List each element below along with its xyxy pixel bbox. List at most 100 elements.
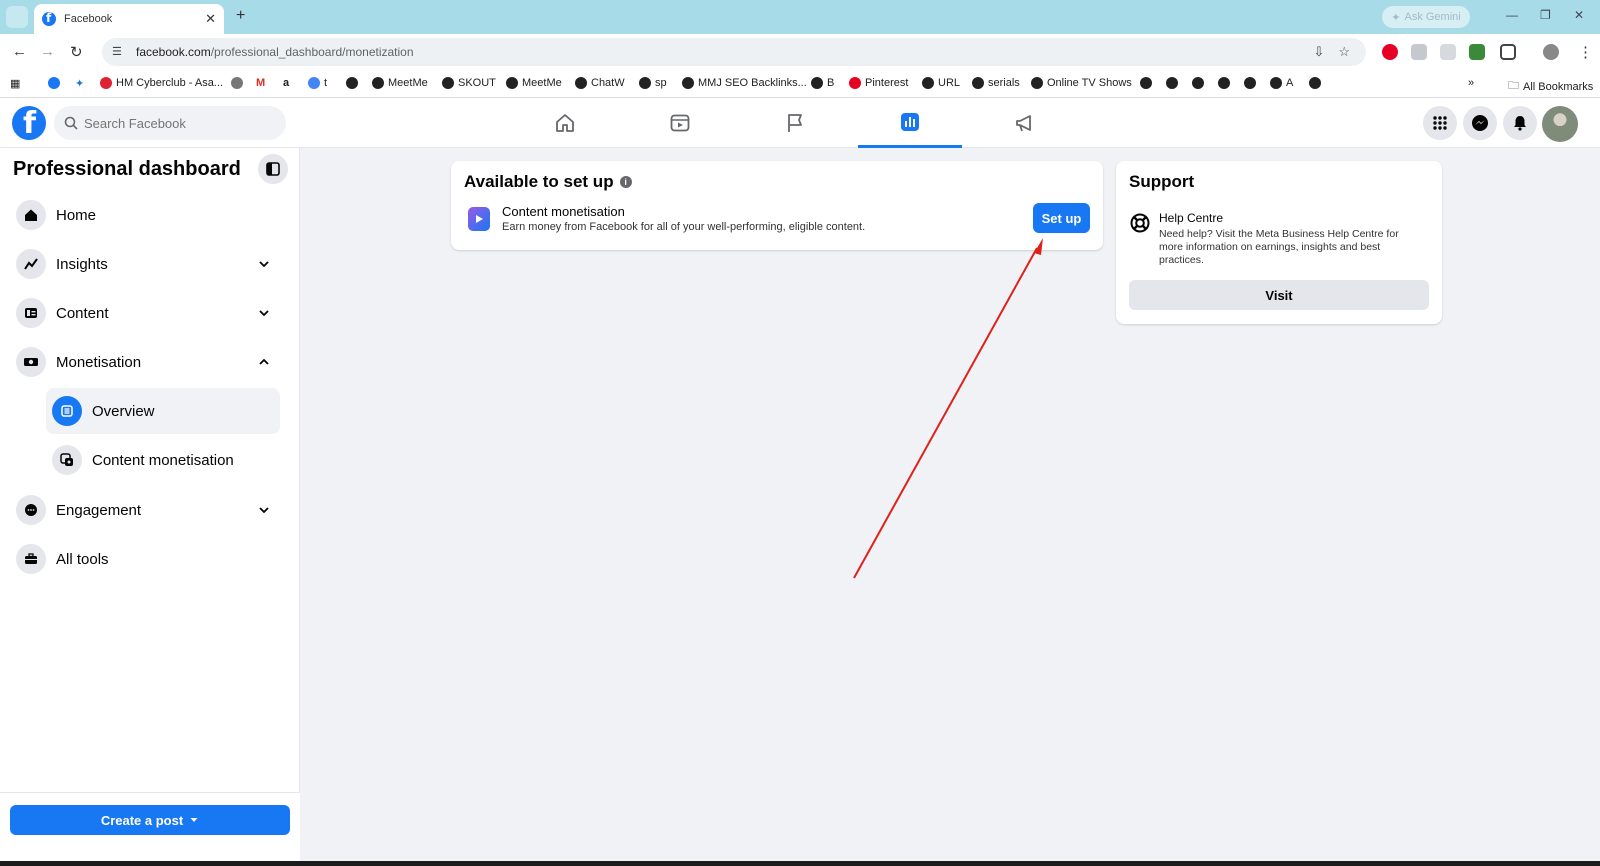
browser-tab-bar: Facebook ✕ + ✦ Ask Gemini — ❐ ✕ [0,0,1600,34]
tab-close-icon[interactable]: ✕ [205,11,216,27]
bookmark-item[interactable]: serials [972,77,1020,89]
caret-down-icon [190,818,198,822]
site-settings-icon[interactable]: ☰ [112,45,126,59]
bookmark-item[interactable]: A [1270,77,1293,89]
bookmark-globe[interactable] [1166,77,1178,89]
card-title: Support [1129,172,1195,191]
nav-pages-tab[interactable] [743,98,847,148]
grid-icon [1433,116,1447,130]
sidebar-item-label: Content [56,304,109,322]
sidebar-toggle-icon [266,162,280,176]
set-up-button[interactable]: Set up [1033,203,1090,233]
folder-icon: 🗀 [1508,80,1519,92]
bookmark-item[interactable]: MMJ SEO Backlinks... [682,77,807,89]
close-window-button[interactable]: ✕ [1574,8,1584,22]
sidebar-item-engagement[interactable]: Engagement [12,487,282,533]
bookmark-amazon[interactable]: a [283,77,289,89]
bookmark-item[interactable]: B [811,77,834,89]
overview-list-icon [52,396,82,426]
bookmark-globe[interactable] [1244,77,1256,89]
create-post-label: Create a post [100,812,184,828]
sidebar-item-insights[interactable]: Insights [12,241,282,287]
bookmark-item[interactable]: sp [639,77,667,89]
bookmark-item[interactable]: Online TV Shows [1031,77,1132,89]
bookmark-item[interactable]: MeetMe [506,77,562,89]
bookmark-star-icon[interactable]: ☆ [1338,44,1350,60]
new-tab-button[interactable]: + [236,7,245,25]
bookmark-facebook[interactable] [48,77,60,89]
content-icon [16,298,46,328]
nav-home-tab[interactable] [513,98,617,148]
nav-ads-tab[interactable] [973,98,1077,148]
apps-grid-icon[interactable]: ▦ [10,77,20,90]
search-icon [64,116,78,130]
back-icon[interactable]: ← [12,43,27,60]
visit-button[interactable]: Visit [1129,280,1429,310]
restore-button[interactable]: ❐ [1540,8,1551,22]
shield-extension-icon[interactable] [1411,44,1427,60]
bookmark-globe[interactable] [346,77,358,89]
bookmark-globe[interactable] [1192,77,1204,89]
sidebar-item-all-tools[interactable]: All tools [12,536,282,582]
bookmark-globe[interactable] [231,77,243,89]
content-monetisation-description: Earn money from Facebook for all of your… [502,221,866,233]
bookmark-item[interactable]: MeetMe [372,77,428,89]
bookmark-gmail[interactable]: M [256,77,265,89]
sidebar-item-overview[interactable]: Overview [46,388,280,434]
reload-icon[interactable]: ↻ [70,43,83,61]
card-extension-icon[interactable] [1469,44,1485,60]
facebook-search[interactable] [54,106,286,140]
all-bookmarks-button[interactable]: 🗀 All Bookmarks [1508,77,1593,96]
bookmark-gemini[interactable]: ✦ [75,77,84,90]
bookmark-item[interactable]: Pinterest [849,77,908,89]
sidebar-item-label: Insights [56,255,108,273]
pinterest-extension-icon[interactable] [1382,44,1398,60]
megaphone-icon [1016,115,1031,132]
bookmark-globe[interactable] [1218,77,1230,89]
notifications-button[interactable] [1503,106,1537,140]
money-icon [16,347,46,377]
forward-icon[interactable]: → [40,43,55,60]
url-text: facebook.com/professional_dashboard/mone… [136,45,414,59]
sidebar-item-monetisation[interactable]: Monetisation [12,339,282,385]
tab-search-button[interactable] [6,6,28,28]
profile-icon[interactable] [1543,44,1559,60]
nav-video-tab[interactable] [628,98,732,148]
info-icon[interactable]: i [619,176,632,188]
bookmark-item[interactable]: t [308,77,327,89]
sidebar-item-content-monetisation[interactable]: Content monetisation [46,437,280,483]
browser-menu-icon[interactable]: ⋮ [1578,43,1593,61]
messenger-button[interactable] [1463,106,1497,140]
chevron-down-icon [259,261,269,268]
bookmark-item[interactable]: URL [922,77,960,89]
bookmark-globe[interactable] [1140,77,1152,89]
browser-tab[interactable]: Facebook ✕ [34,4,224,34]
url-bar[interactable]: ☰ facebook.com/professional_dashboard/mo… [102,38,1366,66]
profile-avatar[interactable] [1542,106,1578,142]
bookmark-item[interactable]: SKOUT [442,77,496,89]
menu-grid-button[interactable] [1423,106,1457,140]
search-input[interactable] [84,115,274,131]
sidebar-item-content[interactable]: Content [12,290,282,336]
facebook-logo-icon[interactable] [12,106,46,141]
bookmark-item[interactable]: HM Cyberclub - Asa... [100,77,223,89]
bookmark-item[interactable]: ChatW [575,77,625,89]
nav-dashboard-tab[interactable] [858,98,962,148]
cloud-extension-icon[interactable] [1440,44,1456,60]
video-icon [670,114,690,132]
chevron-down-icon [259,507,269,514]
gemini-sparkle-icon: ✦ [1391,11,1401,24]
collapse-sidebar-button[interactable] [258,154,288,184]
bookmark-globe[interactable] [1309,77,1321,89]
taskbar-edge [0,861,1600,866]
more-bookmarks-icon[interactable]: » [1468,77,1474,89]
minimize-button[interactable]: — [1506,8,1518,22]
sidebar-item-home[interactable]: Home [12,192,282,238]
install-app-icon[interactable]: ⇩ [1313,44,1324,60]
extensions-puzzle-icon[interactable] [1500,44,1516,60]
ask-gemini-button[interactable]: ✦ Ask Gemini [1382,6,1470,28]
create-post-button[interactable]: Create a post [10,805,290,835]
page-scrollbar[interactable] [1588,148,1600,866]
available-to-set-up-card: Available to set up i Content monetisati… [451,161,1103,250]
content-monetisation-play-icon [468,207,490,231]
